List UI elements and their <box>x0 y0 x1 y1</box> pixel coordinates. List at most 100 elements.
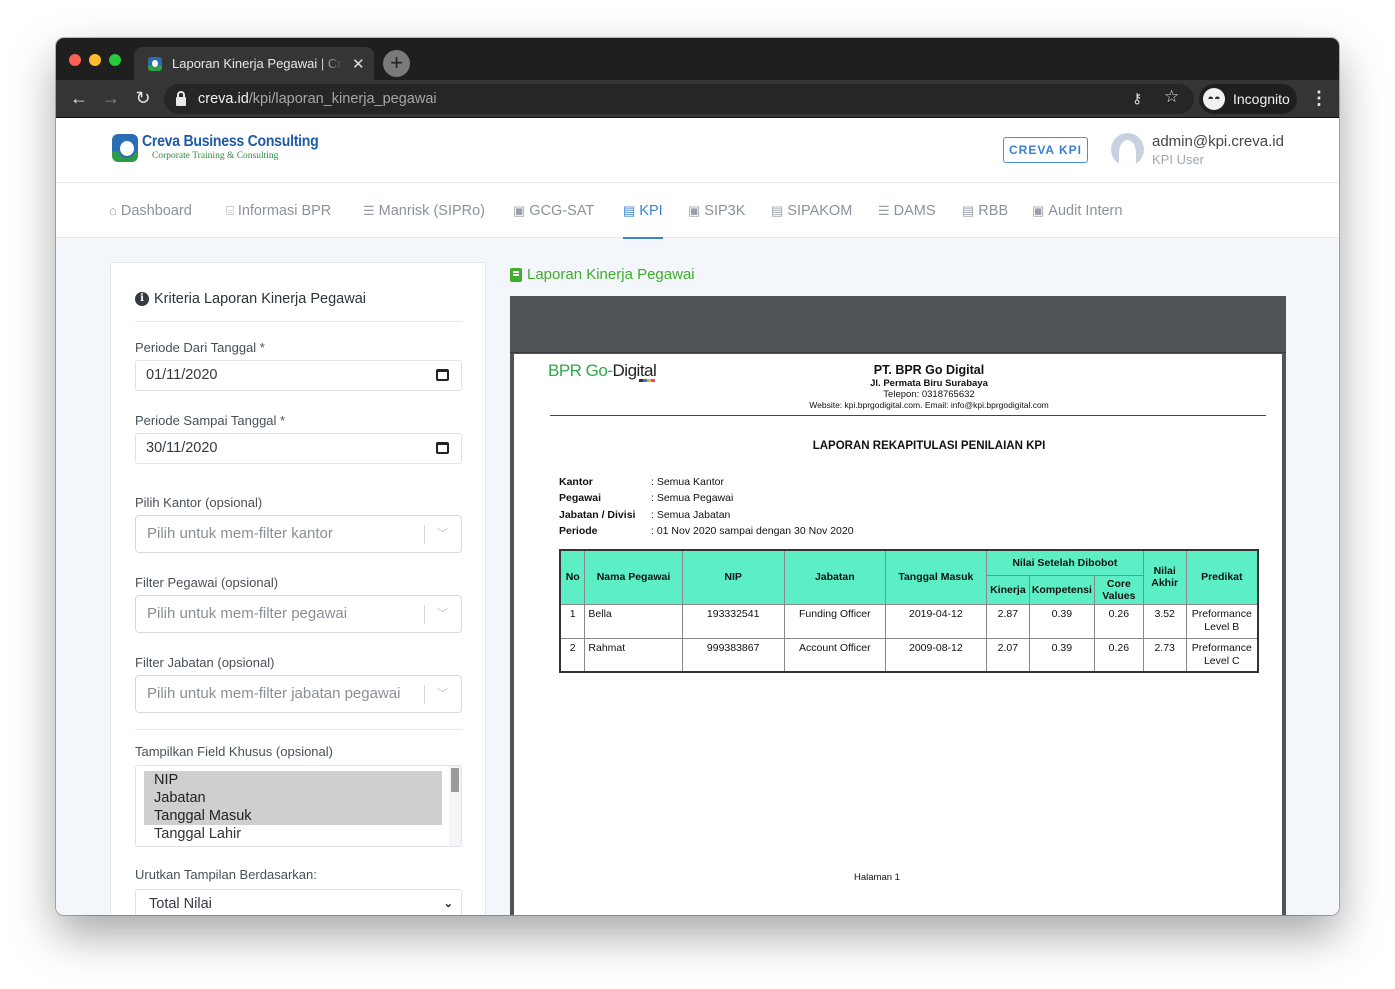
criteria-card: i Kriteria Laporan Kinerja Pegawai Perio… <box>110 262 486 915</box>
company-phone: Telepon: 0318765632 <box>883 389 975 400</box>
nav-item-audit-intern[interactable]: ▣ Audit Intern <box>1032 183 1122 238</box>
pdf-viewer-toolbar <box>510 296 1286 353</box>
select-separator <box>424 525 425 544</box>
app-header: Creva Business Consulting Corporate Trai… <box>56 118 1339 183</box>
header-akhir: Nilai Akhir <box>1142 549 1187 605</box>
header-nip: NIP <box>681 549 785 605</box>
fields-label: Tampilkan Field Khusus (opsional) <box>135 744 333 759</box>
cell-akhir: 2.73 <box>1142 637 1187 673</box>
nav-label: GCG-SAT <box>529 202 595 219</box>
url-host: creva.id <box>198 91 249 107</box>
logo-title: Creva Business Consulting <box>142 133 319 151</box>
browser-titlebar: Laporan Kinerja Pegawai | Creva KPI ✕ + <box>56 38 1339 80</box>
criteria-title-text: Kriteria Laporan Kinerja Pegawai <box>154 291 366 307</box>
book-icon <box>510 267 522 282</box>
select-separator <box>424 605 425 624</box>
forward-arrow-icon[interactable]: → <box>100 88 122 109</box>
page-content: Creva Business Consulting Corporate Trai… <box>56 118 1339 915</box>
tab-title: Laporan Kinerja Pegawai | Creva KPI <box>172 56 344 71</box>
report-heading-text: Laporan Kinerja Pegawai <box>527 266 695 283</box>
nav-item-gcg-sat[interactable]: ▣ GCG-SAT <box>513 183 594 238</box>
sort-select[interactable]: Total Nilai ⌄ <box>135 889 462 915</box>
to-date-input[interactable]: 30/11/2020 <box>135 433 462 464</box>
chevron-down-icon[interactable]: ﹀ <box>437 516 448 552</box>
header-tanggal: Tanggal Masuk <box>884 549 987 605</box>
kantor-label: Pilih Kantor (opsional) <box>135 495 263 510</box>
address-bar[interactable]: creva.id/kpi/laporan_kinerja_pegawai <box>164 84 1194 114</box>
nav-label: DAMS <box>893 202 936 219</box>
user-email[interactable]: admin@kpi.creva.id <box>1152 133 1284 150</box>
company-logo[interactable]: Creva Business Consulting Corporate Trai… <box>112 134 343 162</box>
nav-item-dashboard[interactable]: ⌂ Dashboard <box>109 183 192 238</box>
favicon-icon <box>148 56 162 71</box>
cell-tanggal: 2019-04-12 <box>884 603 987 639</box>
nav-item-dams[interactable]: ☰ DAMS <box>878 183 936 238</box>
nav-item-rbb[interactable]: ▤ RBB <box>962 183 1008 238</box>
incognito-icon: ◓◓ <box>1203 88 1225 110</box>
nav-item-informasi-bpr[interactable]: ⌸ Informasi BPR <box>226 183 331 238</box>
nav-item-kpi[interactable]: ▤ KPI <box>623 183 663 239</box>
nav-label: Dashboard <box>120 202 192 219</box>
pegawai-select[interactable]: Pilih untuk mem-filter pegawai ﹀ <box>135 595 462 633</box>
pdf-viewer[interactable]: BPR Go-Digital PT. BPR Go Digital Jl. Pe… <box>510 296 1286 915</box>
new-tab-button[interactable]: + <box>383 50 410 77</box>
nav-item-sipakom[interactable]: ▤ SIPAKOM <box>771 183 852 238</box>
field-option[interactable]: Tanggal Lahir <box>144 825 442 843</box>
browser-tab[interactable]: Laporan Kinerja Pegawai | Creva KPI ✕ <box>134 47 374 80</box>
from-date-input[interactable]: 01/11/2020 <box>135 360 462 391</box>
user-role: KPI User <box>1152 152 1205 167</box>
close-window-button[interactable] <box>69 54 81 66</box>
meta-key: Kantor <box>559 476 593 488</box>
fields-multiselect[interactable]: NIP Jabatan Tanggal Masuk Tanggal Lahir <box>135 765 462 847</box>
chevron-down-icon[interactable]: ﹀ <box>437 596 448 632</box>
meta-value: : Semua Jabatan <box>651 509 731 521</box>
scrollbar-thumb[interactable] <box>451 768 459 792</box>
reload-icon[interactable]: ↻ <box>132 88 154 109</box>
browser-window: Laporan Kinerja Pegawai | Creva KPI ✕ + … <box>56 38 1339 915</box>
header-core: Core Values <box>1093 574 1144 605</box>
back-arrow-icon[interactable]: ← <box>68 88 90 109</box>
cell-tanggal: 2009-08-12 <box>884 637 987 673</box>
close-tab-icon[interactable]: ✕ <box>352 55 365 73</box>
table-row: 2 Rahmat 999383867 Account Officer 2009-… <box>559 637 1259 673</box>
calendar-icon[interactable] <box>436 442 449 454</box>
pegawai-label: Filter Pegawai (opsional) <box>135 575 279 590</box>
jabatan-select[interactable]: Pilih untuk mem-filter jabatan pegawai ﹀ <box>135 675 462 713</box>
browser-toolbar: ← → ↻ creva.id/kpi/laporan_kinerja_pegaw… <box>56 80 1339 118</box>
chevron-down-icon[interactable]: ﹀ <box>437 676 448 712</box>
maximize-window-button[interactable] <box>109 54 121 66</box>
scrollbar[interactable] <box>449 766 461 846</box>
bookmark-star-icon[interactable]: ☆ <box>1164 87 1179 107</box>
kpi-table: No Nama Pegawai NIP Jabatan Tanggal Masu… <box>559 549 1259 673</box>
minimize-window-button[interactable] <box>89 54 101 66</box>
table-row: 1 Bella 193332541 Funding Officer 2019-0… <box>559 603 1259 639</box>
from-date-value: 01/11/2020 <box>146 367 218 383</box>
header-predikat: Predikat <box>1185 549 1259 605</box>
header-group: Nilai Setelah Dibobot <box>985 549 1144 576</box>
to-date-value: 30/11/2020 <box>146 440 218 456</box>
creva-kpi-button[interactable]: CREVA KPI <box>1003 137 1088 163</box>
divider <box>550 415 1266 416</box>
meta-key: Pegawai <box>559 492 602 504</box>
nav-label: SIPAKOM <box>787 202 853 219</box>
criteria-title: i Kriteria Laporan Kinerja Pegawai <box>135 291 366 307</box>
kebab-menu-icon[interactable]: ⋮ <box>1310 88 1328 109</box>
company-website: Website: kpi.bprgodigital.com. Email: in… <box>809 400 1049 410</box>
logo-subtitle: Corporate Training & Consulting <box>152 151 279 162</box>
divider <box>135 321 462 322</box>
nav-label: SIP3K <box>704 202 746 219</box>
jabatan-placeholder: Pilih untuk mem-filter jabatan pegawai <box>147 685 401 702</box>
nav-item-manrisk[interactable]: ☰ Manrisk (SIPRo) <box>363 183 485 238</box>
header-kompetensi: Kompetensi <box>1028 574 1095 605</box>
field-option[interactable]: Tanggal Masuk <box>144 807 442 825</box>
info-icon: i <box>135 292 149 306</box>
field-option[interactable]: NIP <box>144 771 442 789</box>
report-title: LAPORAN REKAPITULASI PENILAIAN KPI <box>812 440 1046 452</box>
key-icon[interactable]: ⚷ <box>1132 90 1142 107</box>
field-option[interactable]: Jabatan <box>144 789 442 807</box>
calendar-icon[interactable] <box>436 369 449 381</box>
incognito-badge[interactable]: ◓◓ Incognito <box>1199 84 1297 114</box>
nav-item-sip3k[interactable]: ▣ SIP3K <box>688 183 745 238</box>
avatar[interactable] <box>1111 133 1144 166</box>
kantor-select[interactable]: Pilih untuk mem-filter kantor ﹀ <box>135 515 462 553</box>
